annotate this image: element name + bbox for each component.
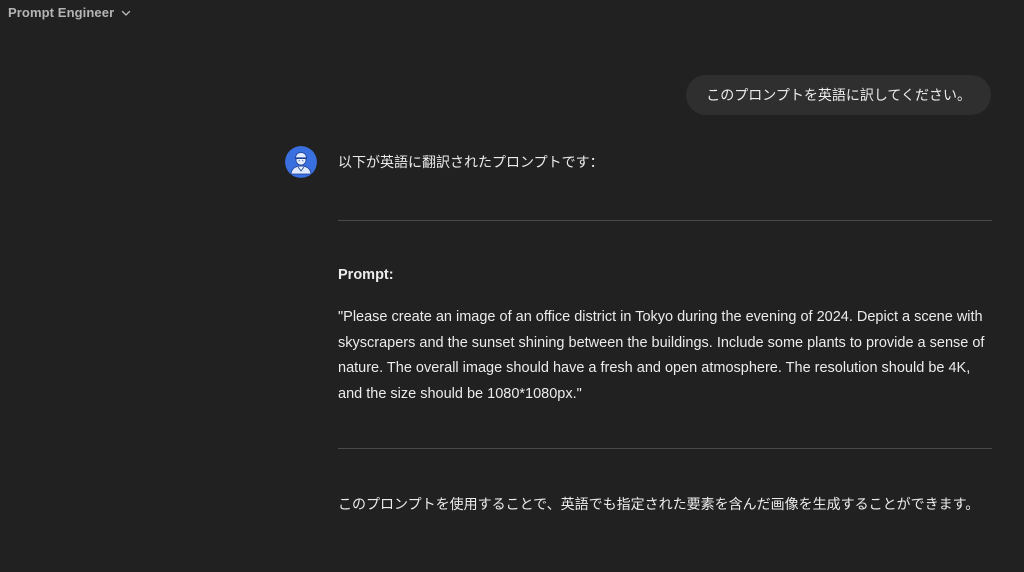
assistant-message: 以下が英語に翻訳されたプロンプトです： Prompt: "Please crea… (338, 150, 992, 518)
user-message-bubble: このプロンプトを英語に訳してください。 (686, 75, 991, 115)
assistant-intro: 以下が英語に翻訳されたプロンプトです： (338, 155, 604, 171)
prompt-text: "Please create an image of an office dis… (338, 309, 985, 402)
engineer-avatar-icon (285, 146, 317, 178)
model-selector[interactable]: Prompt Engineer (6, 3, 134, 22)
assistant-closing: このプロンプトを使用することで、英語でも指定された要素を含んだ画像を生成すること… (338, 497, 980, 513)
chevron-down-icon (122, 10, 131, 16)
user-message-text: このプロンプトを英語に訳してください。 (706, 88, 971, 104)
divider (338, 220, 992, 221)
prompt-heading: Prompt: (338, 267, 394, 283)
model-name: Prompt Engineer (8, 5, 115, 20)
chat-page: Prompt Engineer このプロンプトを英語に訳してください。 以下が英… (0, 0, 1024, 572)
divider (338, 448, 992, 449)
